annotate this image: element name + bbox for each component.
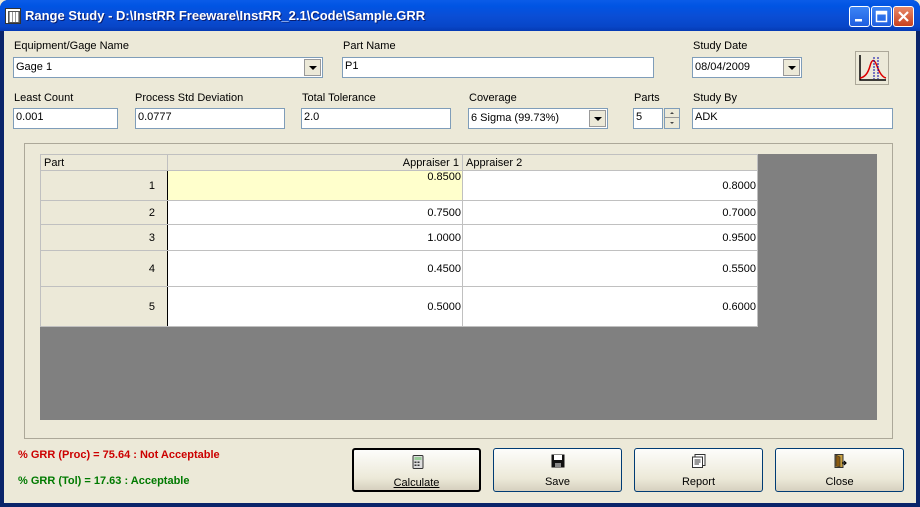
part-name-input[interactable]: P1: [342, 57, 654, 78]
report-button[interactable]: Report: [634, 448, 763, 492]
measurements-table: Part Appraiser 1 Appraiser 2 1 0.8500 0.…: [40, 154, 758, 327]
header-appraiser-2[interactable]: Appraiser 2: [462, 154, 758, 171]
study-by-label: Study By: [693, 92, 738, 104]
study-date-label: Study Date: [693, 40, 748, 52]
part-name-label: Part Name: [343, 40, 396, 52]
table-row: 1 0.8500 0.8000: [40, 170, 758, 201]
process-sd-input[interactable]: 0.0777: [135, 108, 285, 129]
table-cell[interactable]: 0.6000: [462, 286, 758, 327]
tolerance-label: Total Tolerance: [302, 92, 376, 104]
data-grid[interactable]: Part Appraiser 1 Appraiser 2 1 0.8500 0.…: [40, 154, 877, 420]
chevron-down-icon[interactable]: [589, 110, 606, 127]
exit-door-icon: [834, 454, 847, 468]
save-label: Save: [544, 476, 571, 488]
floppy-disk-icon: [551, 454, 565, 468]
coverage-label: Coverage: [469, 92, 517, 104]
close-label: Close: [825, 476, 854, 488]
study-date-picker[interactable]: 08/04/2009: [692, 57, 802, 78]
table-cell[interactable]: 0.5000: [167, 286, 463, 327]
table-cell[interactable]: 0.7000: [462, 200, 758, 225]
table-row: 4 0.4500 0.5500: [40, 250, 758, 287]
maximize-button[interactable]: [871, 6, 892, 27]
grr-tol-result: % GRR (Tol) = 17.63 : Acceptable: [18, 475, 190, 487]
table-cell[interactable]: 0.7500: [167, 200, 463, 225]
report-label: Report: [681, 476, 716, 488]
least-count-label: Least Count: [14, 92, 74, 104]
close-window-button[interactable]: [893, 6, 914, 27]
data-grid-frame: Part Appraiser 1 Appraiser 2 1 0.8500 0.…: [24, 143, 893, 439]
study-date-value: 08/04/2009: [695, 61, 751, 73]
close-icon: [898, 11, 909, 22]
row-header[interactable]: 1: [40, 170, 168, 201]
report-icon: [692, 454, 706, 468]
title-bar[interactable]: Range Study - D:\InstRR Freeware\InstRR_…: [0, 0, 920, 31]
chevron-down-icon[interactable]: [783, 59, 800, 76]
table-cell[interactable]: 1.0000: [167, 224, 463, 251]
minimize-icon: [855, 19, 862, 22]
calculator-icon: [412, 455, 424, 469]
chevron-down-icon[interactable]: [304, 59, 321, 76]
study-by-input[interactable]: ADK: [692, 108, 893, 129]
save-button[interactable]: Save: [493, 448, 622, 492]
equipment-label: Equipment/Gage Name: [14, 40, 129, 52]
tolerance-input[interactable]: 2.0: [301, 108, 451, 129]
table-header-row: Part Appraiser 1 Appraiser 2: [40, 154, 758, 171]
table-cell[interactable]: 0.8000: [462, 170, 758, 201]
stepper-down-icon[interactable]: [665, 119, 679, 128]
table-cell[interactable]: 0.4500: [167, 250, 463, 287]
table-row: 3 1.0000 0.9500: [40, 224, 758, 251]
coverage-select[interactable]: 6 Sigma (99.73%): [468, 108, 608, 129]
parts-stepper[interactable]: [664, 108, 680, 129]
parts-label: Parts: [634, 92, 660, 104]
process-sd-label: Process Std Deviation: [135, 92, 244, 104]
table-row: 5 0.5000 0.6000: [40, 286, 758, 327]
row-header[interactable]: 5: [40, 286, 168, 327]
least-count-input[interactable]: 0.001: [13, 108, 118, 129]
calculate-button[interactable]: Calculate: [352, 448, 481, 492]
chart-icon: [855, 51, 889, 85]
close-button[interactable]: Close: [775, 448, 904, 492]
table-cell[interactable]: 0.5500: [462, 250, 758, 287]
row-header[interactable]: 4: [40, 250, 168, 287]
header-part[interactable]: Part: [40, 154, 168, 171]
equipment-value: Gage 1: [16, 61, 53, 73]
maximize-icon: [875, 10, 888, 23]
row-header[interactable]: 3: [40, 224, 168, 251]
parts-input[interactable]: 5: [633, 108, 663, 129]
table-cell[interactable]: 0.9500: [462, 224, 758, 251]
window-title: Range Study - D:\InstRR Freeware\InstRR_…: [25, 8, 426, 23]
row-header[interactable]: 2: [40, 200, 168, 225]
chart-button[interactable]: [855, 51, 889, 85]
coverage-value: 6 Sigma (99.73%): [471, 112, 560, 124]
client-area: Equipment/Gage Name Gage 1 Part Name P1 …: [4, 31, 916, 503]
grr-proc-result: % GRR (Proc) = 75.64 : Not Acceptable: [18, 449, 220, 461]
stepper-up-icon[interactable]: [665, 109, 679, 118]
table-cell[interactable]: 0.8500: [167, 170, 463, 201]
header-appraiser-1[interactable]: Appraiser 1: [167, 154, 463, 171]
calculate-label: Calculate: [393, 477, 440, 489]
window: Range Study - D:\InstRR Freeware\InstRR_…: [0, 0, 920, 507]
equipment-select[interactable]: Gage 1: [13, 57, 323, 78]
table-row: 2 0.7500 0.7000: [40, 200, 758, 225]
app-icon: [5, 8, 21, 24]
minimize-button[interactable]: [849, 6, 870, 27]
